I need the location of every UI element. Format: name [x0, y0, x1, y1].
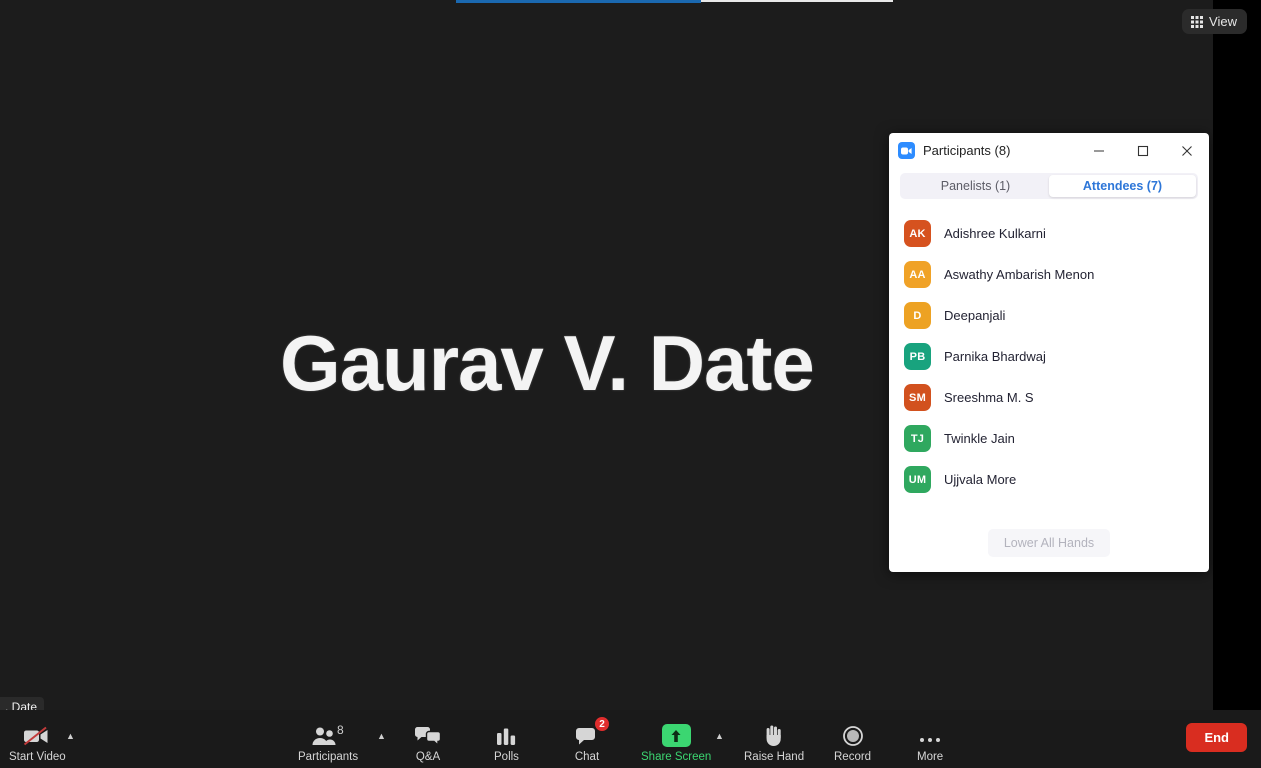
- participants-label: Participants: [298, 751, 358, 763]
- attendee-name: Aswathy Ambarish Menon: [944, 267, 1094, 282]
- more-label: More: [917, 751, 943, 763]
- attendee-list[interactable]: AK Adishree Kulkarni AA Aswathy Ambarish…: [889, 199, 1209, 514]
- view-button-label: View: [1209, 14, 1237, 29]
- polls-label: Polls: [494, 751, 519, 763]
- attendee-name: Parnika Bhardwaj: [944, 349, 1046, 364]
- bar-chart-icon: [494, 721, 518, 747]
- avatar: AK: [904, 220, 931, 247]
- hand-icon: [762, 721, 786, 747]
- attendee-name: Ujjvala More: [944, 472, 1016, 487]
- chat-unread-badge: 2: [594, 716, 610, 732]
- list-item[interactable]: SM Sreeshma M. S: [889, 377, 1209, 418]
- start-video-button[interactable]: Start Video: [9, 721, 66, 763]
- attendee-name: Twinkle Jain: [944, 431, 1015, 446]
- people-icon: 8: [311, 721, 345, 747]
- participants-tab-bar: Panelists (1) Attendees (7): [900, 173, 1198, 199]
- lower-all-hands-button[interactable]: Lower All Hands: [988, 529, 1110, 557]
- record-button[interactable]: Record: [834, 721, 871, 763]
- more-button[interactable]: More: [917, 721, 943, 763]
- grid-icon: [1191, 16, 1203, 28]
- share-options-caret-icon[interactable]: ▲: [715, 732, 724, 741]
- share-arrow-icon: [662, 721, 691, 747]
- avatar: PB: [904, 343, 931, 370]
- meeting-toolbar: Start Video ▲ 8 Participants ▲: [0, 710, 1261, 768]
- view-button[interactable]: View: [1182, 9, 1247, 34]
- chat-bubbles-icon: [414, 721, 442, 747]
- qa-label: Q&A: [416, 751, 440, 763]
- record-circle-icon: [841, 721, 865, 747]
- zoom-camera-icon: [898, 142, 915, 159]
- chat-label: Chat: [575, 751, 599, 763]
- record-label: Record: [834, 751, 871, 763]
- video-off-icon: [22, 721, 52, 747]
- screen-share-indicator-border: [456, 0, 701, 3]
- attendee-name: Deepanjali: [944, 308, 1005, 323]
- ellipsis-icon: [920, 721, 940, 747]
- maximize-button[interactable]: [1121, 133, 1165, 168]
- list-item[interactable]: PB Parnika Bhardwaj: [889, 336, 1209, 377]
- raise-hand-button[interactable]: Raise Hand: [744, 721, 804, 763]
- list-item[interactable]: UM Ujjvala More: [889, 459, 1209, 500]
- screen-share-indicator-border-light: [701, 0, 893, 2]
- list-item[interactable]: AA Aswathy Ambarish Menon: [889, 254, 1209, 295]
- participants-panel-footer: Lower All Hands: [889, 514, 1209, 572]
- list-item[interactable]: TJ Twinkle Jain: [889, 418, 1209, 459]
- tab-attendees[interactable]: Attendees (7): [1049, 175, 1196, 197]
- avatar: AA: [904, 261, 931, 288]
- zoom-meeting-window: Gaurav V. Date . Date View Par: [0, 0, 1261, 768]
- participants-options-caret-icon[interactable]: ▲: [377, 732, 386, 741]
- participants-panel: Participants (8) Panelists (1) Attendees…: [889, 133, 1209, 572]
- attendee-name: Adishree Kulkarni: [944, 226, 1046, 241]
- avatar: UM: [904, 466, 931, 493]
- minimize-button[interactable]: [1077, 133, 1121, 168]
- start-video-label: Start Video: [9, 751, 66, 763]
- video-options-caret-icon[interactable]: ▲: [66, 732, 75, 741]
- participants-panel-titlebar[interactable]: Participants (8): [889, 133, 1209, 168]
- avatar: TJ: [904, 425, 931, 452]
- attendee-name: Sreeshma M. S: [944, 390, 1034, 405]
- end-button[interactable]: End: [1186, 723, 1247, 752]
- share-screen-button[interactable]: Share Screen: [641, 721, 711, 763]
- qa-button[interactable]: Q&A: [414, 721, 442, 763]
- presenter-name-label: . Date: [0, 697, 44, 710]
- tab-panelists[interactable]: Panelists (1): [902, 175, 1049, 197]
- list-item[interactable]: AK Adishree Kulkarni: [889, 213, 1209, 254]
- avatar: D: [904, 302, 931, 329]
- participants-button[interactable]: 8 Participants: [298, 721, 358, 763]
- polls-button[interactable]: Polls: [494, 721, 519, 763]
- participants-count: 8: [337, 723, 344, 737]
- close-icon[interactable]: [1165, 133, 1209, 168]
- slide-title-text: Gaurav V. Date: [280, 318, 814, 409]
- share-screen-label: Share Screen: [641, 751, 711, 763]
- avatar: SM: [904, 384, 931, 411]
- list-item[interactable]: D Deepanjali: [889, 295, 1209, 336]
- chat-button[interactable]: 2 Chat: [574, 721, 600, 763]
- raise-hand-label: Raise Hand: [744, 751, 804, 763]
- chat-bubble-icon: 2: [574, 721, 600, 747]
- participants-panel-title: Participants (8): [923, 143, 1077, 158]
